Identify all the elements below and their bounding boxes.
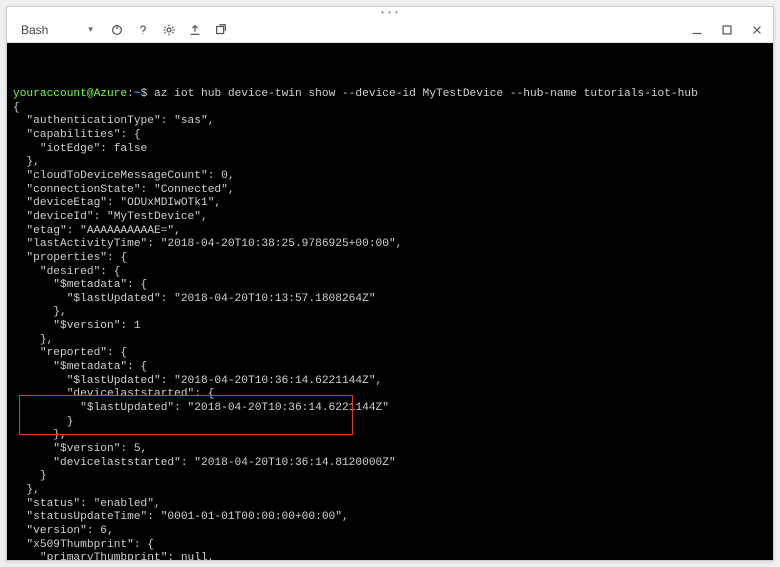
- shell-label: Bash: [21, 23, 48, 37]
- output-line: },: [13, 306, 767, 320]
- output-line: "deviceId": "MyTestDevice",: [13, 211, 767, 225]
- shell-selector[interactable]: Bash ▾: [15, 21, 99, 39]
- output-line: },: [13, 429, 767, 443]
- output-line: "cloudToDeviceMessageCount": 0,: [13, 170, 767, 184]
- output-line: "deviceEtag": "ODUxMDIwOTk1",: [13, 197, 767, 211]
- output-line: "devicelaststarted": "2018-04-20T10:36:1…: [13, 457, 767, 471]
- settings-icon[interactable]: [161, 22, 177, 38]
- output-line: "etag": "AAAAAAAAAAE=",: [13, 225, 767, 239]
- output-line: "$lastUpdated": "2018-04-20T10:36:14.622…: [13, 375, 767, 389]
- help-icon[interactable]: [135, 22, 151, 38]
- output-line: "primaryThumbprint": null,: [13, 552, 767, 560]
- output-line: "$lastUpdated": "2018-04-20T10:13:57.180…: [13, 293, 767, 307]
- output-line: "statusUpdateTime": "0001-01-01T00:00:00…: [13, 511, 767, 525]
- output-line: "$lastUpdated": "2018-04-20T10:36:14.622…: [13, 402, 767, 416]
- output-line: "connectionState": "Connected",: [13, 184, 767, 198]
- drag-handle[interactable]: • • •: [7, 7, 773, 17]
- chevron-down-icon: ▾: [88, 24, 93, 35]
- output-line: "authenticationType": "sas",: [13, 115, 767, 129]
- output-line: "$version": 5,: [13, 443, 767, 457]
- output-line: "status": "enabled",: [13, 498, 767, 512]
- output-line: "capabilities": {: [13, 129, 767, 143]
- output-line: }: [13, 470, 767, 484]
- minimize-icon[interactable]: [689, 22, 705, 38]
- output-line: "reported": {: [13, 347, 767, 361]
- output-line: },: [13, 156, 767, 170]
- output-line: "iotEdge": false: [13, 143, 767, 157]
- output-line: },: [13, 334, 767, 348]
- output-line: "desired": {: [13, 266, 767, 280]
- output-line: },: [13, 484, 767, 498]
- close-icon[interactable]: [749, 22, 765, 38]
- output-line: "$metadata": {: [13, 361, 767, 375]
- output-line: "lastActivityTime": "2018-04-20T10:38:25…: [13, 238, 767, 252]
- output-line: "devicelaststarted": {: [13, 388, 767, 402]
- toolbar: Bash ▾: [7, 17, 773, 43]
- output-line: {: [13, 102, 767, 116]
- maximize-icon[interactable]: [719, 22, 735, 38]
- cloud-shell-window: • • • Bash ▾: [6, 6, 774, 561]
- window-controls: [689, 22, 765, 38]
- terminal[interactable]: youraccount@Azure:~$ az iot hub device-t…: [7, 43, 773, 560]
- output-line: "properties": {: [13, 252, 767, 266]
- output-line: "x509Thumbprint": {: [13, 539, 767, 553]
- drag-dots-icon: • • •: [381, 8, 399, 17]
- restart-icon[interactable]: [109, 22, 125, 38]
- new-window-icon[interactable]: [213, 22, 229, 38]
- prompt-line: youraccount@Azure:~$ az iot hub device-t…: [13, 88, 767, 102]
- output-line: "$metadata": {: [13, 279, 767, 293]
- output-line: "version": 6,: [13, 525, 767, 539]
- command-text: az iot hub device-twin show --device-id …: [154, 88, 698, 100]
- upload-icon[interactable]: [187, 22, 203, 38]
- output-line: "$version": 1: [13, 320, 767, 334]
- output-line: }: [13, 416, 767, 430]
